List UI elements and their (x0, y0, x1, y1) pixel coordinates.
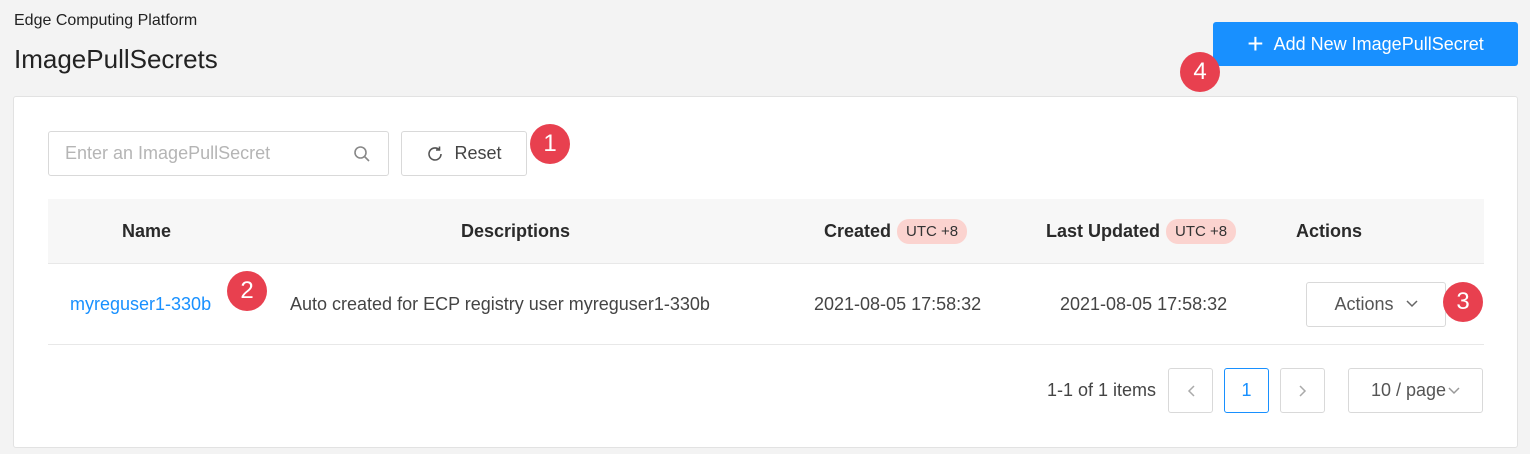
reset-button[interactable]: Reset (401, 131, 527, 176)
next-page-button[interactable] (1280, 368, 1325, 413)
annotation-marker-4: 4 (1180, 52, 1220, 92)
search-icon[interactable] (352, 144, 372, 164)
chevron-down-icon (1405, 300, 1418, 308)
pagination-total: 1-1 of 1 items (1046, 380, 1156, 400)
secret-name-link[interactable]: myreguser1-330b (70, 294, 211, 314)
table-header: Name Descriptions Created UTC +8 Last Up… (48, 199, 1484, 264)
actions-label: Actions (1334, 293, 1394, 314)
add-imagepullsecret-button[interactable]: + Add New ImagePullSecret (1213, 22, 1518, 66)
previous-page-button[interactable] (1168, 368, 1213, 413)
table-row: myreguser1-330b Auto created for ECP reg… (48, 264, 1484, 345)
search-box[interactable] (48, 131, 389, 176)
plus-icon: + (1247, 28, 1264, 59)
page-size-label: 10 / page (1370, 380, 1447, 400)
updated-label: Last Updated (1046, 220, 1161, 241)
chevron-right-icon (1298, 384, 1306, 397)
annotation-marker-1: 1 (530, 124, 570, 164)
cell-created: 2021-08-05 17:58:32 (814, 293, 982, 314)
pagination: 1-1 of 1 items 1 10 / page (1047, 368, 1483, 413)
page-size-select[interactable]: 10 / page (1348, 368, 1483, 413)
annotation-marker-3: 3 (1443, 282, 1483, 322)
chevron-left-icon (1187, 384, 1195, 397)
imagepullsecrets-table: Name Descriptions Created UTC +8 Last Up… (48, 199, 1484, 345)
reset-label: Reset (454, 143, 502, 163)
add-button-label: Add New ImagePullSecret (1273, 33, 1484, 54)
search-input[interactable] (65, 143, 352, 164)
created-label: Created (824, 220, 892, 241)
page-root: Edge Computing Platform ImagePullSecrets… (0, 0, 1530, 454)
column-header-created: Created UTC +8 (800, 218, 1026, 244)
column-header-descriptions: Descriptions (461, 220, 571, 241)
breadcrumb[interactable]: Edge Computing Platform (14, 12, 197, 30)
page-button-current[interactable]: 1 (1224, 368, 1269, 413)
page-title: ImagePullSecrets (14, 44, 218, 74)
timezone-badge: UTC +8 (897, 218, 968, 244)
chevron-down-icon (1448, 386, 1460, 395)
annotation-marker-2: 2 (227, 271, 267, 311)
cell-updated: 2021-08-05 17:58:32 (1060, 293, 1228, 314)
timezone-badge: UTC +8 (1166, 218, 1237, 244)
cell-description: Auto created for ECP registry user myreg… (290, 293, 710, 314)
column-header-last-updated: Last Updated UTC +8 (1026, 218, 1276, 244)
column-header-actions: Actions (1296, 220, 1363, 241)
actions-dropdown[interactable]: Actions (1306, 281, 1446, 327)
column-header-name: Name (122, 220, 172, 241)
reload-icon (426, 145, 444, 163)
